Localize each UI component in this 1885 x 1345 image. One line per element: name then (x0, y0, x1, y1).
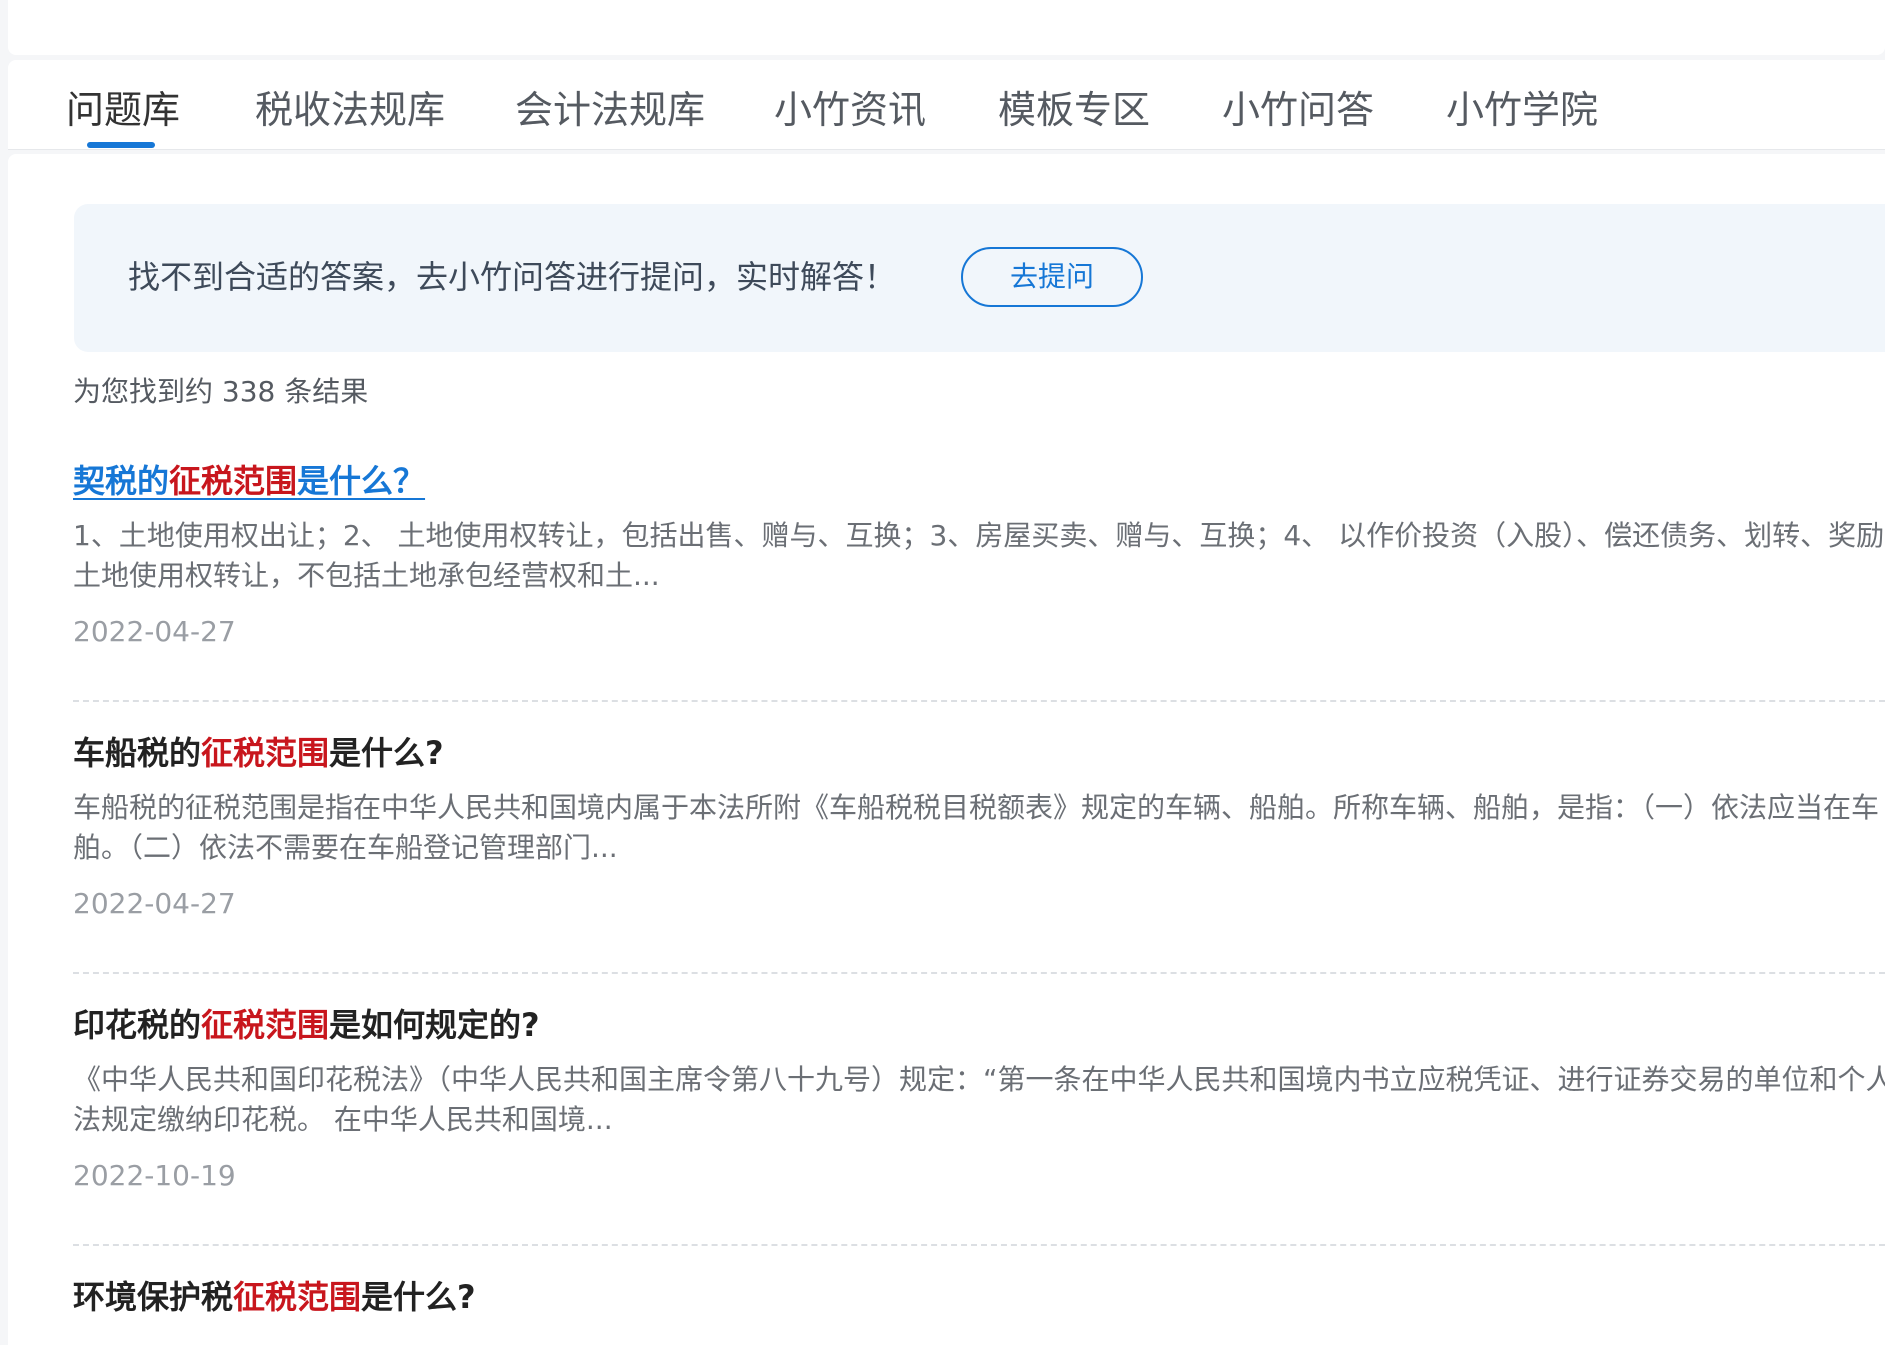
result-title-keyword: 征税范围 (201, 1006, 330, 1044)
result-item: 环境保护税征税范围是什么? (73, 1274, 1885, 1320)
ask-question-prompt: 找不到合适的答案，去小竹问答进行提问，实时解答！ (128, 258, 897, 296)
result-item: 印花税的征税范围是如何规定的? 《中华人民共和国印花税法》（中华人民共和国主席令… (73, 1002, 1885, 1196)
result-title-suffix: 是什么? (329, 734, 444, 772)
result-title-link[interactable]: 环境保护税征税范围是什么? (73, 1274, 476, 1320)
result-date: 2022-04-27 (73, 615, 236, 648)
tab-templates[interactable]: 模板专区 (998, 82, 1150, 138)
result-title-prefix: 契税的 (73, 462, 170, 500)
result-date: 2022-04-27 (73, 887, 236, 920)
top-bar (8, 0, 1885, 55)
result-title-suffix: 是什么? (361, 1278, 476, 1316)
result-snippet-line: 土地使用权转让，不包括土地承包经营权和土... (73, 559, 660, 592)
result-divider (73, 1244, 1885, 1246)
result-item: 车船税的征税范围是什么? 车船税的征税范围是指在中华人民共和国境内属于本法所附《… (73, 730, 1885, 924)
search-results-panel: 找不到合适的答案，去小竹问答进行提问，实时解答！ 去提问 为您找到约 338 条… (8, 154, 1885, 1345)
result-title-keyword: 征税范围 (169, 462, 298, 500)
result-title-link[interactable]: 契税的征税范围是什么？ (73, 458, 425, 504)
result-date: 2022-10-19 (73, 1159, 236, 1192)
result-title-link[interactable]: 车船税的征税范围是什么? (73, 730, 444, 776)
result-count: 为您找到约 338 条结果 (73, 375, 369, 408)
tab-xiaozhu-qa[interactable]: 小竹问答 (1222, 82, 1374, 138)
result-divider (73, 700, 1885, 702)
result-title-keyword: 征税范围 (201, 734, 330, 772)
ask-question-banner: 找不到合适的答案，去小竹问答进行提问，实时解答！ 去提问 (74, 204, 1885, 352)
tab-question-bank[interactable]: 问题库 (66, 82, 180, 138)
ask-question-button[interactable]: 去提问 (961, 247, 1143, 307)
result-title-prefix: 环境保护税 (73, 1278, 234, 1316)
result-title-keyword: 征税范围 (233, 1278, 362, 1316)
result-snippet-line: 1、土地使用权出让；2、 土地使用权转让，包括出售、赠与、互换；3、房屋买卖、赠… (73, 519, 1885, 552)
result-title-prefix: 印花税的 (73, 1006, 202, 1044)
result-snippet-line: 《中华人民共和国印花税法》（中华人民共和国主席令第八十九号）规定：“第一条在中华… (73, 1063, 1885, 1096)
result-snippet-line: 舶。（二）依法不需要在车船登记管理部门... (73, 831, 618, 864)
result-snippet-line: 法规定缴纳印花税。 在中华人民共和国境... (73, 1103, 613, 1136)
result-title-suffix: 是如何规定的? (329, 1006, 540, 1044)
tab-xiaozhu-academy[interactable]: 小竹学院 (1446, 82, 1598, 138)
result-snippet-line: 车船税的征税范围是指在中华人民共和国境内属于本法所附《车船税税目税额表》规定的车… (73, 791, 1880, 824)
active-tab-indicator (87, 142, 155, 148)
category-tabs: 问题库 税收法规库 会计法规库 小竹资讯 模板专区 小竹问答 小竹学院 (8, 60, 1885, 150)
tab-xiaozhu-news[interactable]: 小竹资讯 (774, 82, 926, 138)
tab-accounting-regulations[interactable]: 会计法规库 (515, 82, 705, 138)
result-title-prefix: 车船税的 (73, 734, 202, 772)
tab-tax-regulations[interactable]: 税收法规库 (255, 82, 445, 138)
result-title-suffix: 是什么？ (297, 462, 426, 500)
result-title-link[interactable]: 印花税的征税范围是如何规定的? (73, 1002, 540, 1048)
result-divider (73, 972, 1885, 974)
result-item: 契税的征税范围是什么？ 1、土地使用权出让；2、 土地使用权转让，包括出售、赠与… (73, 458, 1885, 652)
